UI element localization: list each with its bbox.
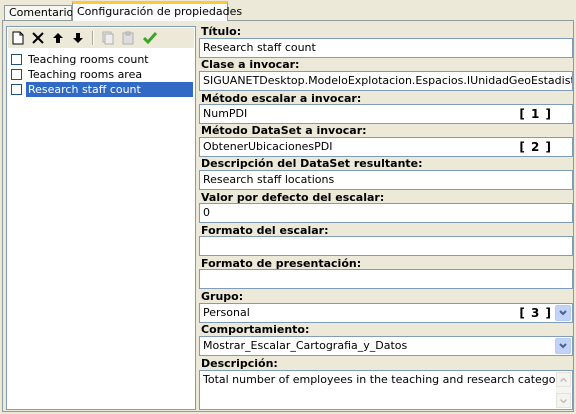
descripcion-dataset-field[interactable]: Research staff locations	[199, 170, 573, 190]
list-item-label[interactable]: Teaching rooms count	[26, 52, 149, 67]
descripcion-dataset-value: Research staff locations	[203, 173, 335, 186]
chevron-down-icon[interactable]	[555, 338, 571, 354]
clase-field[interactable]: SIGUANETDesktop.ModeloExplotacion.Espaci…	[199, 71, 573, 91]
clase-label: Clase a invocar:	[201, 58, 300, 71]
descripcion-dataset-label: Descripción del DataSet resultante:	[201, 157, 423, 170]
grupo-select[interactable]: Personal [ 3 ]	[199, 303, 573, 323]
items-list: Teaching rooms count Teaching rooms area…	[9, 52, 193, 97]
grupo-label: Grupo:	[201, 290, 244, 303]
metodo-dataset-value: ObtenerUbicacionesPDI	[203, 140, 333, 153]
metodo-escalar-field[interactable]: NumPDI [ 1 ]	[199, 104, 573, 124]
accept-icon[interactable]	[142, 30, 158, 46]
metodo-escalar-value: NumPDI	[203, 107, 248, 120]
descripcion-label: Descripción:	[201, 357, 278, 370]
comportamiento-value: Mostrar_Escalar_Cartografia_y_Datos	[203, 339, 408, 352]
items-toolbar	[8, 28, 194, 48]
metodo-dataset-label: Método DataSet a invocar:	[201, 124, 367, 137]
list-item-label[interactable]: Research staff count	[26, 82, 193, 97]
titulo-value: Research staff count	[203, 41, 316, 54]
comportamiento-select[interactable]: Mostrar_Escalar_Cartografia_y_Datos	[199, 336, 573, 356]
valor-defecto-field[interactable]: 0	[199, 203, 573, 223]
titulo-field[interactable]: Research staff count	[199, 38, 573, 58]
paste-icon[interactable]	[120, 30, 136, 46]
scroll-up-icon[interactable]	[556, 372, 571, 387]
titulo-label: Título:	[201, 25, 242, 38]
descripcion-scrollbar[interactable]	[556, 372, 571, 408]
clase-value: SIGUANETDesktop.ModeloExplotacion.Espaci…	[203, 74, 573, 87]
new-icon[interactable]	[10, 30, 26, 46]
tab-comentarios[interactable]: Comentarios	[4, 5, 79, 20]
toolbar-separator	[92, 31, 94, 45]
list-item-checkbox[interactable]	[11, 84, 22, 95]
move-up-icon[interactable]	[50, 30, 66, 46]
callout-marker-2: [ 2 ]	[519, 140, 552, 154]
tab-configuracion-propiedades[interactable]: Configuración de propiedades	[72, 1, 242, 21]
descripcion-textarea[interactable]: Total number of employees in the teachin…	[199, 370, 573, 410]
move-down-icon[interactable]	[70, 30, 86, 46]
list-item-checkbox[interactable]	[11, 54, 22, 65]
grupo-value: Personal	[203, 306, 250, 319]
descripcion-value: Total number of employees in the teachin…	[203, 373, 567, 386]
chevron-down-icon[interactable]	[555, 305, 571, 321]
list-item[interactable]: Teaching rooms count	[9, 52, 193, 67]
formato-presentacion-field[interactable]	[199, 269, 573, 289]
comportamiento-label: Comportamiento:	[201, 323, 310, 336]
list-item-selected[interactable]: Research staff count	[9, 82, 193, 97]
valor-defecto-value: 0	[203, 206, 210, 219]
scroll-down-icon[interactable]	[556, 393, 571, 408]
list-item-checkbox[interactable]	[11, 69, 22, 80]
callout-marker-1: [ 1 ]	[519, 107, 552, 121]
copy-icon[interactable]	[100, 30, 116, 46]
list-item-label[interactable]: Teaching rooms area	[26, 67, 142, 82]
metodo-dataset-field[interactable]: ObtenerUbicacionesPDI [ 2 ]	[199, 137, 573, 157]
delete-icon[interactable]	[30, 30, 46, 46]
list-item[interactable]: Teaching rooms area	[9, 67, 193, 82]
callout-marker-3: [ 3 ]	[519, 306, 552, 320]
formato-escalar-field[interactable]	[199, 236, 573, 256]
